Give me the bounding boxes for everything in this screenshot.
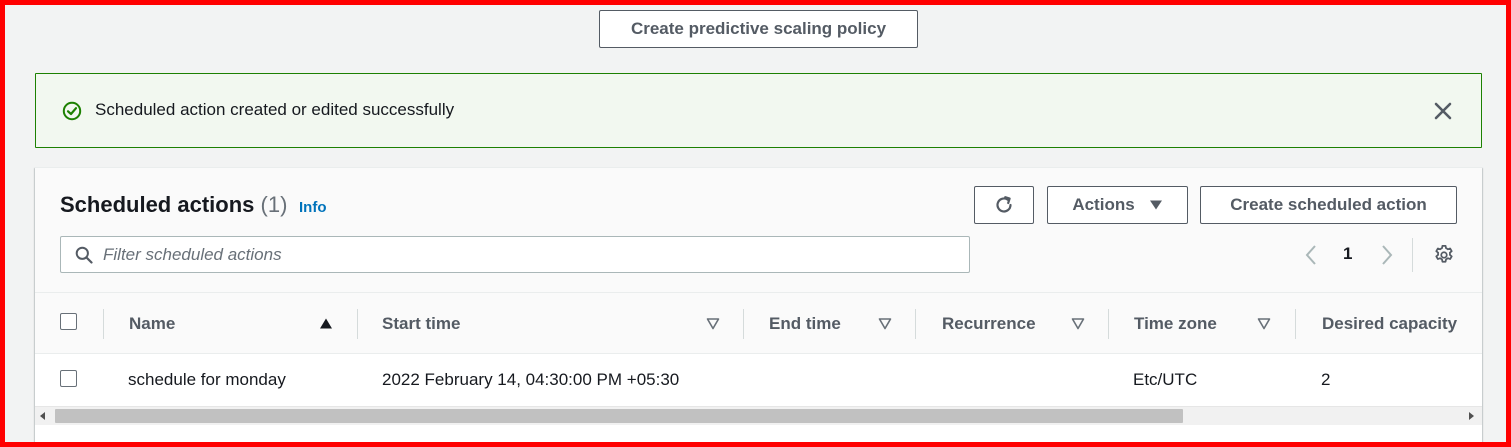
pagination-divider [1412, 238, 1413, 272]
cell-name: schedule for monday [128, 370, 286, 389]
filter-search-box [60, 236, 970, 273]
page-number[interactable]: 1 [1343, 244, 1352, 264]
chevron-left-icon[interactable] [1303, 244, 1319, 266]
cell-time-zone: Etc/UTC [1133, 370, 1198, 389]
column-separator [1295, 309, 1296, 339]
table-row[interactable]: schedule for monday 2022 February 14, 04… [35, 354, 1482, 406]
row-select-checkbox[interactable] [60, 370, 77, 387]
column-header-desired-capacity[interactable]: Desired capacity [1322, 293, 1457, 354]
column-separator [357, 309, 358, 339]
scroll-left-arrow[interactable] [40, 412, 45, 420]
panel-title-text: Scheduled actions [60, 192, 255, 217]
actions-label: Actions [1072, 195, 1135, 214]
sort-icon[interactable] [706, 317, 720, 330]
table-header: Name Start time End time Recurrence Time… [35, 293, 1482, 354]
gear-icon[interactable] [1433, 244, 1455, 266]
filter-scheduled-actions-input[interactable] [103, 242, 953, 268]
success-flash-banner: Scheduled action created or edited succe… [35, 73, 1482, 148]
scrollbar-thumb[interactable] [55, 409, 1183, 423]
cell-desired-capacity: 2 [1321, 370, 1331, 389]
sort-icon[interactable] [1071, 317, 1085, 330]
panel-count: (1) [260, 192, 288, 217]
cell-start-time: 2022 February 14, 04:30:00 PM +05:30 [382, 370, 680, 389]
check-circle-icon [62, 101, 82, 121]
sort-icon[interactable] [878, 317, 892, 330]
column-header-recurrence[interactable]: Recurrence [942, 293, 1036, 354]
create-predictive-scaling-policy-button[interactable]: Create predictive scaling policy [599, 10, 918, 48]
column-header-name[interactable]: Name [129, 293, 175, 354]
sort-icon[interactable] [1257, 317, 1271, 330]
sort-ascending-icon[interactable] [319, 317, 333, 330]
chevron-right-icon[interactable] [1379, 244, 1395, 266]
refresh-icon [996, 196, 1012, 213]
scheduled-actions-panel: Scheduled actions (1) Info Actions Creat… [35, 167, 1482, 443]
column-separator [743, 309, 744, 339]
column-separator [1108, 309, 1109, 339]
column-header-time-zone[interactable]: Time zone [1134, 293, 1217, 354]
column-header-end-time[interactable]: End time [769, 293, 841, 354]
flash-message: Scheduled action created or edited succe… [95, 100, 455, 119]
horizontal-scrollbar[interactable] [35, 406, 1482, 425]
panel-header: Scheduled actions (1) Info Actions Creat… [35, 168, 1482, 293]
create-scheduled-action-button[interactable]: Create scheduled action [1200, 186, 1457, 224]
search-icon [75, 246, 93, 264]
select-all-checkbox[interactable] [60, 313, 77, 330]
caret-down-icon [1149, 200, 1162, 210]
column-header-start-time[interactable]: Start time [382, 293, 460, 354]
info-link[interactable]: Info [299, 199, 327, 216]
column-separator [103, 309, 104, 339]
scroll-right-arrow[interactable] [1469, 412, 1474, 420]
close-icon[interactable] [1432, 100, 1454, 122]
actions-dropdown-button[interactable]: Actions [1047, 186, 1188, 224]
panel-title: Scheduled actions (1) [60, 192, 287, 218]
column-separator [915, 309, 916, 339]
refresh-button[interactable] [974, 186, 1034, 224]
